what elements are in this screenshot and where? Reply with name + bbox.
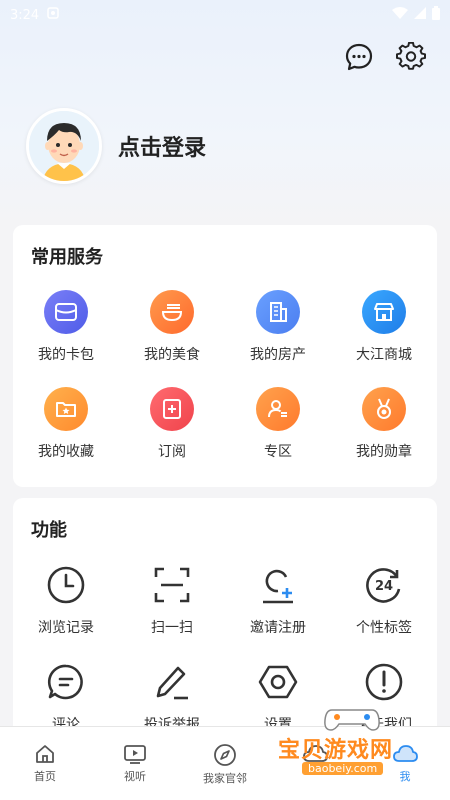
- function-tags[interactable]: 24 个性标签: [331, 563, 437, 660]
- top-actions: [342, 40, 428, 74]
- info-exclaim-icon: [362, 660, 406, 704]
- service-wallet[interactable]: 我的卡包: [13, 290, 119, 387]
- service-favorites[interactable]: 我的收藏: [13, 387, 119, 484]
- clock-icon: [44, 563, 88, 607]
- tab-home[interactable]: 首页: [0, 727, 90, 800]
- function-invite[interactable]: 邀请注册: [225, 563, 331, 660]
- battery-icon: [432, 6, 440, 24]
- function-scan[interactable]: 扫一扫: [119, 563, 225, 660]
- service-label: 我的卡包: [38, 347, 94, 363]
- service-label: 我的美食: [144, 347, 200, 363]
- service-subscribe[interactable]: 订阅: [119, 387, 225, 484]
- tab-media[interactable]: 视听: [90, 727, 180, 800]
- function-label: 个性标签: [356, 620, 412, 636]
- service-label: 大江商城: [356, 347, 412, 363]
- medal-icon: [362, 387, 406, 431]
- invite-user-icon: [256, 563, 300, 607]
- service-mall[interactable]: 大江商城: [331, 290, 437, 387]
- scan-icon: [150, 563, 194, 607]
- person-card-icon: [256, 387, 300, 431]
- services-card: 常用服务 我的卡包 我的美食 我的房产 大江商城 我的收藏 订阅 专区 我的勋章: [13, 225, 437, 487]
- tag-24-icon: 24: [362, 563, 406, 607]
- gamepad-icon: [324, 709, 380, 731]
- profile-section[interactable]: 点击登录: [26, 108, 206, 184]
- comment-icon: [44, 660, 88, 704]
- food-bowl-icon: [150, 290, 194, 334]
- status-time: 3:24: [10, 7, 40, 23]
- svg-text:24: 24: [375, 579, 393, 594]
- wifi-icon: [392, 7, 408, 23]
- service-property[interactable]: 我的房产: [225, 290, 331, 387]
- settings-button[interactable]: [394, 40, 428, 74]
- service-label: 订阅: [158, 444, 186, 460]
- service-medals[interactable]: 我的勋章: [331, 387, 437, 484]
- tab-label: 我家官邻: [203, 772, 247, 785]
- service-zone[interactable]: 专区: [225, 387, 331, 484]
- services-grid: 我的卡包 我的美食 我的房产 大江商城 我的收藏 订阅 专区 我的勋章: [13, 290, 437, 484]
- gear-icon: [396, 42, 426, 70]
- function-label: 浏览记录: [38, 620, 94, 636]
- boy-avatar-icon: [29, 111, 99, 181]
- pen-icon: [150, 660, 194, 704]
- functions-title: 功能: [31, 520, 67, 541]
- service-food[interactable]: 我的美食: [119, 290, 225, 387]
- notification-icon: [47, 7, 59, 23]
- compass-icon: [214, 744, 236, 766]
- function-history[interactable]: 浏览记录: [13, 563, 119, 660]
- store-icon: [362, 290, 406, 334]
- tab-label: 视听: [124, 770, 146, 783]
- service-label: 专区: [264, 444, 292, 460]
- watermark: 宝贝游戏网 baobeiy.com: [278, 702, 443, 780]
- signal-icon: [414, 7, 426, 23]
- function-label: 邀请注册: [250, 620, 306, 636]
- service-label: 我的房产: [250, 347, 306, 363]
- tab-label: 首页: [34, 770, 56, 783]
- watermark-url: baobeiy.com: [302, 762, 384, 775]
- watermark-text: 宝贝游戏网: [278, 738, 394, 763]
- login-link[interactable]: 点击登录: [118, 130, 206, 162]
- folder-star-icon: [44, 387, 88, 431]
- services-title: 常用服务: [31, 247, 103, 268]
- service-label: 我的收藏: [38, 444, 94, 460]
- wallet-icon: [44, 290, 88, 334]
- tv-play-icon: [124, 745, 146, 764]
- chat-bubble-icon: [345, 43, 373, 71]
- avatar[interactable]: [26, 108, 102, 184]
- subscribe-plus-icon: [150, 387, 194, 431]
- hex-nut-icon: [256, 660, 300, 704]
- status-bar: 3:24: [0, 0, 450, 30]
- message-button[interactable]: [342, 40, 376, 74]
- home-icon: [36, 745, 54, 763]
- function-label: 扫一扫: [151, 620, 193, 636]
- service-label: 我的勋章: [356, 444, 412, 460]
- building-icon: [256, 290, 300, 334]
- tab-neighbors[interactable]: 我家官邻: [180, 727, 270, 800]
